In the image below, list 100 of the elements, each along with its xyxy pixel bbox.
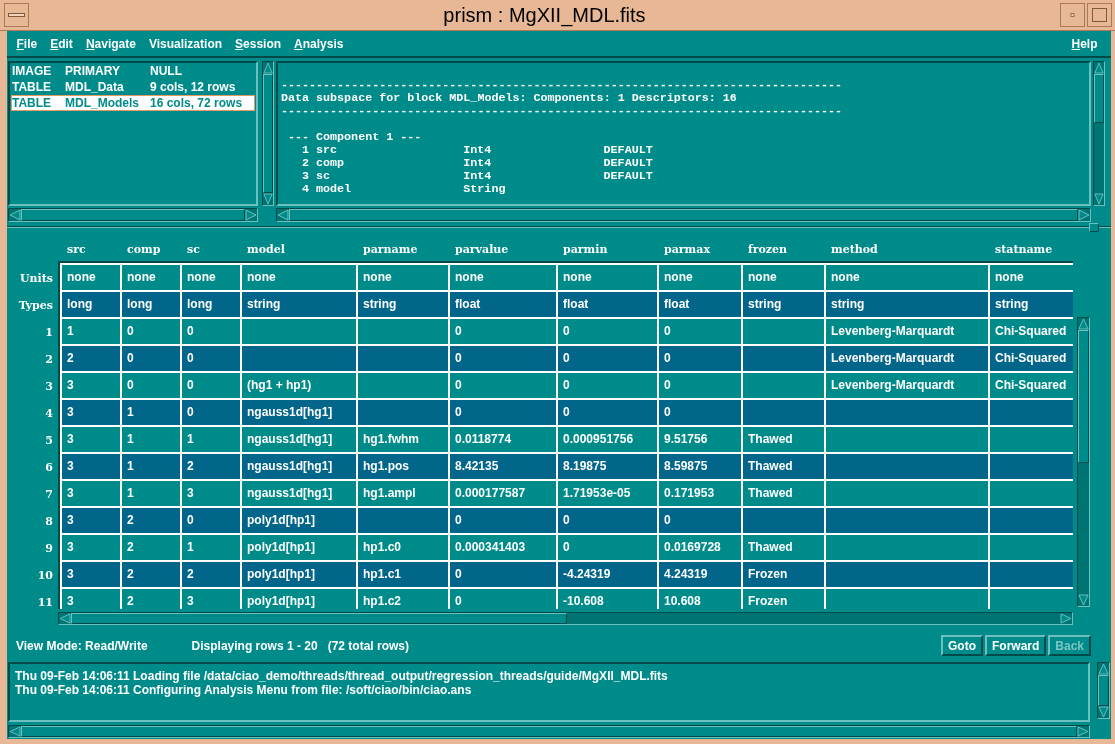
table-cell: 0	[659, 508, 741, 533]
descriptor-default: DEFAULT	[603, 170, 653, 183]
table-cell: 0	[558, 400, 657, 425]
table-cell: string	[826, 292, 988, 317]
left-arrow-icon[interactable]	[277, 209, 289, 221]
block-info: NULL	[150, 63, 182, 79]
table-cell: 1	[122, 454, 180, 479]
table-cell: 3	[62, 373, 120, 398]
navigation-button[interactable]: Forward	[984, 635, 1047, 656]
table-cell: 0	[450, 400, 556, 425]
left-arrow-icon[interactable]	[59, 613, 71, 624]
navigation-button[interactable]: Goto	[940, 635, 983, 656]
block-type: IMAGE	[12, 63, 52, 79]
table-cell: 2	[182, 562, 240, 587]
table-cell: Thawed	[743, 454, 824, 479]
left-arrow-icon[interactable]	[9, 726, 21, 737]
menu-item[interactable]: Navigate	[79, 35, 143, 52]
right-arrow-icon[interactable]	[1077, 726, 1089, 737]
table-cell: Thawed	[743, 535, 824, 560]
table-cell: 8.59875	[659, 454, 741, 479]
left-arrow-icon[interactable]	[9, 209, 21, 221]
table-cell: 2	[122, 508, 180, 533]
table-cell: none	[358, 265, 448, 290]
row-header: 8	[45, 514, 53, 529]
table-cell: 0	[122, 346, 180, 371]
horizontal-scrollbar[interactable]	[8, 208, 258, 222]
horizontal-scrollbar[interactable]	[276, 208, 1091, 222]
down-arrow-icon[interactable]	[263, 193, 273, 205]
maximize-icon[interactable]	[1087, 3, 1112, 27]
table-cell: none	[659, 265, 741, 290]
table-cell: Levenberg-Marquardt	[826, 373, 988, 398]
up-arrow-icon[interactable]	[263, 62, 273, 74]
menu-item[interactable]: Edit	[43, 35, 80, 52]
help-menu[interactable]: Help	[1065, 35, 1104, 52]
table-cell: none	[242, 265, 356, 290]
table-cell: 8.19875	[558, 454, 657, 479]
table-cell: 1	[122, 427, 180, 452]
table-cell: 0.0169728	[659, 535, 741, 560]
table-cell: 1	[122, 481, 180, 506]
vertical-scrollbar[interactable]	[1097, 662, 1110, 719]
table-cell: string	[990, 292, 1073, 317]
horizontal-scrollbar[interactable]	[58, 612, 1073, 625]
table-cell: 0.171953	[659, 481, 741, 506]
menu-item[interactable]: Analysis	[287, 35, 350, 52]
descriptor-type: Int4	[463, 170, 492, 183]
table-cell: ngauss1d[hg1]	[242, 454, 356, 479]
vertical-scrollbar[interactable]	[262, 61, 274, 206]
table-cell: Frozen	[743, 562, 824, 587]
down-arrow-icon[interactable]	[1078, 594, 1089, 606]
table-cell: -10.608	[558, 589, 657, 609]
table-cell: 0	[659, 319, 741, 344]
table-cell: 0	[122, 373, 180, 398]
window-menu-icon[interactable]	[4, 3, 29, 27]
table-cell: 0	[558, 508, 657, 533]
right-arrow-icon[interactable]	[245, 209, 257, 221]
menu-item[interactable]: Session	[228, 35, 288, 52]
table-cell: -4.24319	[558, 562, 657, 587]
table-cell: 1	[182, 427, 240, 452]
table-cell: long	[182, 292, 240, 317]
right-arrow-icon[interactable]	[1060, 613, 1072, 624]
table-cell: Levenberg-Marquardt	[826, 319, 988, 344]
table-cell: Chi-Squared	[990, 319, 1073, 344]
descriptor-type: Int4	[463, 144, 492, 157]
table-cell: string	[242, 292, 356, 317]
table-cell: 0	[659, 346, 741, 371]
table-cell: 0	[182, 400, 240, 425]
descriptor-number: 1	[302, 144, 310, 157]
table-cell: 0	[659, 400, 741, 425]
table-cell: hg1.fwhm	[358, 427, 448, 452]
menu-item[interactable]: File	[10, 35, 44, 52]
table-cell: 0	[122, 319, 180, 344]
up-arrow-icon[interactable]	[1094, 62, 1104, 74]
vertical-scrollbar[interactable]	[1093, 61, 1105, 206]
horizontal-scrollbar[interactable]	[8, 725, 1090, 738]
up-arrow-icon[interactable]	[1098, 663, 1109, 675]
up-arrow-icon[interactable]	[1078, 318, 1089, 330]
block-list-item[interactable]: IMAGE PRIMARY NULL	[11, 63, 255, 79]
column-header: parmax	[664, 243, 710, 256]
column-header: comp	[127, 243, 161, 256]
down-arrow-icon[interactable]	[1094, 193, 1104, 205]
block-list-item[interactable]: TABLE MDL_Data 9 cols, 12 rows	[11, 79, 255, 95]
vertical-scrollbar[interactable]	[1077, 317, 1090, 607]
table-cell: none	[122, 265, 180, 290]
table-cell: 0	[450, 562, 556, 587]
log-message: Thu 09-Feb 14:06:11 Loading file /data/ciao_demo/threads/thread_output/regression_threads/guide/MgXII_MDL.fits	[15, 669, 668, 683]
table-cell: 3	[62, 589, 120, 609]
table-cell: 0	[558, 319, 657, 344]
rows-info-label: Displaying rows 1 - 20 (72 total rows)	[191, 638, 409, 653]
log-message: Thu 09-Feb 14:06:11 Configuring Analysis Menu from file: /soft/ciao/bin/ciao.ans	[15, 683, 472, 697]
menu-item[interactable]: Visualization	[142, 35, 229, 52]
table-cell: 0	[450, 346, 556, 371]
block-type: TABLE	[12, 95, 52, 111]
table-cell: none	[743, 265, 824, 290]
down-arrow-icon[interactable]	[1098, 706, 1109, 718]
sash-handle-icon[interactable]	[1089, 222, 1099, 232]
table-cell: 0	[558, 535, 657, 560]
right-arrow-icon[interactable]	[1078, 209, 1090, 221]
table-cell: none	[182, 265, 240, 290]
block-list-item[interactable]: TABLE MDL_Models 16 cols, 72 rows	[11, 95, 255, 111]
table-cell: hg1.pos	[358, 454, 448, 479]
